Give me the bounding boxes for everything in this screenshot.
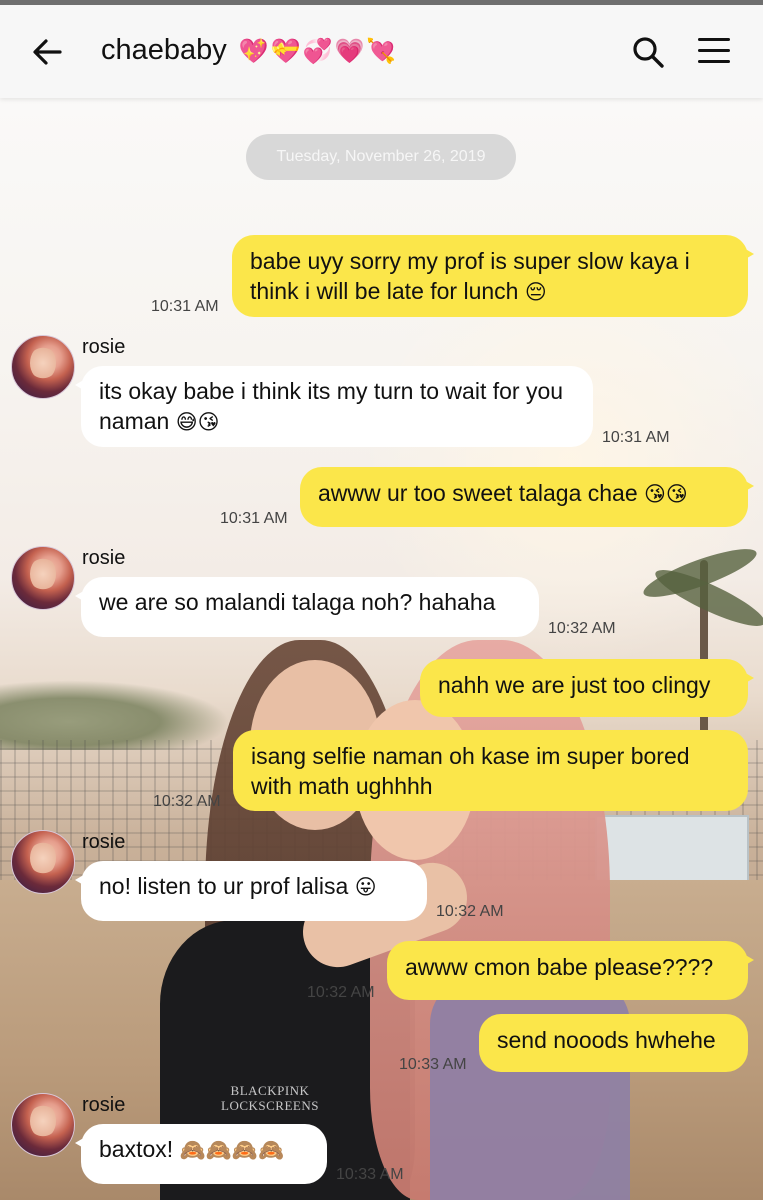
message-timestamp: 10:31 AM bbox=[151, 298, 219, 315]
outgoing-message-bubble[interactable]: nahh we are just too clingy bbox=[420, 659, 754, 717]
incoming-message-bubble[interactable]: its okay babe i think its my turn to wai… bbox=[75, 366, 593, 447]
avatar[interactable] bbox=[11, 335, 75, 399]
message-timestamp: 10:31 AM bbox=[220, 510, 288, 527]
sender-name: rosie bbox=[82, 547, 126, 569]
message-timestamp: 10:32 AM bbox=[548, 620, 616, 637]
avatar[interactable] bbox=[11, 830, 75, 894]
sender-name: rosie bbox=[82, 831, 126, 853]
message-list[interactable]: Tuesday, November 26, 2019 babe uyy sorr… bbox=[0, 98, 763, 1200]
message-text: no! listen to ur prof lalisa 😛 bbox=[99, 873, 377, 899]
message-timestamp: 10:33 AM bbox=[399, 1056, 467, 1073]
back-arrow-icon bbox=[33, 39, 62, 65]
message-timestamp: 10:32 AM bbox=[153, 793, 221, 810]
sender-name: rosie bbox=[82, 336, 126, 358]
message-text: awww cmon babe please???? bbox=[405, 954, 714, 980]
message-text: we are so malandi talaga noh? hahaha bbox=[99, 589, 496, 615]
outgoing-message-bubble[interactable]: send nooods hwhehe bbox=[479, 1014, 748, 1072]
message-text: baxtox! 🙈🙈🙈🙈 bbox=[99, 1136, 285, 1162]
message-text: send nooods hwhehe bbox=[497, 1027, 716, 1053]
message-text: nahh we are just too clingy bbox=[438, 672, 711, 698]
incoming-message-bubble[interactable]: we are so malandi talaga noh? hahaha bbox=[75, 577, 539, 637]
title-emoji: 💖💝💞💗💘 bbox=[238, 37, 399, 65]
message-timestamp: 10:33 AM bbox=[336, 1166, 404, 1183]
search-button[interactable] bbox=[630, 34, 666, 70]
message-text: babe uyy sorry my prof is super slow kay… bbox=[250, 248, 690, 304]
outgoing-message-bubble[interactable]: awww ur too sweet talaga chae 😘😘 bbox=[300, 467, 754, 527]
message-text: its okay babe i think its my turn to wai… bbox=[99, 378, 564, 434]
status-bar-edge bbox=[0, 0, 763, 5]
outgoing-message-bubble[interactable]: awww cmon babe please???? bbox=[387, 941, 754, 1000]
back-button[interactable] bbox=[30, 36, 66, 68]
contact-name: chaebaby bbox=[101, 34, 227, 66]
chat-title: chaebaby 💖💝💞💗💘 bbox=[101, 34, 398, 67]
date-divider: Tuesday, November 26, 2019 bbox=[246, 134, 516, 180]
incoming-message-bubble[interactable]: no! listen to ur prof lalisa 😛 bbox=[75, 861, 427, 921]
message-timestamp: 10:31 AM bbox=[602, 429, 670, 446]
avatar[interactable] bbox=[11, 546, 75, 610]
message-timestamp: 10:32 AM bbox=[436, 903, 504, 920]
chat-header: chaebaby 💖💝💞💗💘 bbox=[0, 0, 763, 98]
message-text: awww ur too sweet talaga chae 😘😘 bbox=[318, 480, 688, 506]
search-icon bbox=[633, 37, 664, 68]
message-text: isang selfie naman oh kase im super bore… bbox=[251, 743, 690, 799]
incoming-message-bubble[interactable]: baxtox! 🙈🙈🙈🙈 bbox=[75, 1124, 327, 1184]
sender-name: rosie bbox=[82, 1094, 126, 1116]
outgoing-message-bubble[interactable]: babe uyy sorry my prof is super slow kay… bbox=[232, 235, 754, 317]
menu-icon bbox=[698, 38, 732, 63]
outgoing-message-bubble[interactable]: isang selfie naman oh kase im super bore… bbox=[233, 730, 748, 811]
avatar[interactable] bbox=[11, 1093, 75, 1157]
message-timestamp: 10:32 AM bbox=[307, 984, 375, 1001]
menu-button[interactable] bbox=[698, 38, 732, 66]
